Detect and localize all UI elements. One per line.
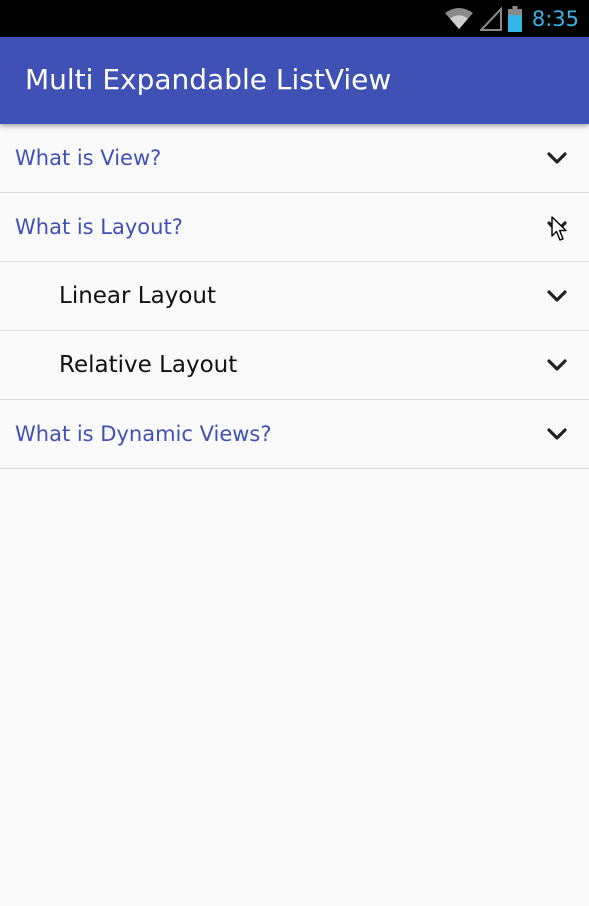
app-title: Multi Expandable ListView [25,63,392,96]
signal-icon [479,6,502,31]
group-label: What is View? [15,146,162,170]
chevron-down-icon[interactable] [547,427,567,441]
child-label: Linear Layout [59,283,216,309]
expandable-list: What is View? What is Layout? Linear Lay… [0,124,589,469]
app-bar: Multi Expandable ListView [0,37,589,124]
mouse-cursor-icon [551,216,567,241]
group-row-what-is-dynamic-views[interactable]: What is Dynamic Views? [0,400,589,469]
chevron-down-icon[interactable] [547,289,567,303]
child-row-linear-layout[interactable]: Linear Layout [0,262,589,331]
battery-icon [507,5,522,32]
child-label: Relative Layout [59,352,238,378]
status-bar: 8:35 [0,0,589,37]
group-row-what-is-view[interactable]: What is View? [0,124,589,193]
group-label: What is Layout? [15,215,183,239]
wifi-icon [444,7,473,29]
chevron-down-icon[interactable] [547,358,567,372]
group-row-what-is-layout[interactable]: What is Layout? [0,193,589,262]
chevron-down-icon[interactable] [547,151,567,165]
group-label: What is Dynamic Views? [15,422,272,446]
status-icons: 8:35 [444,0,579,37]
child-row-relative-layout[interactable]: Relative Layout [0,331,589,400]
status-time: 8:35 [531,6,579,31]
